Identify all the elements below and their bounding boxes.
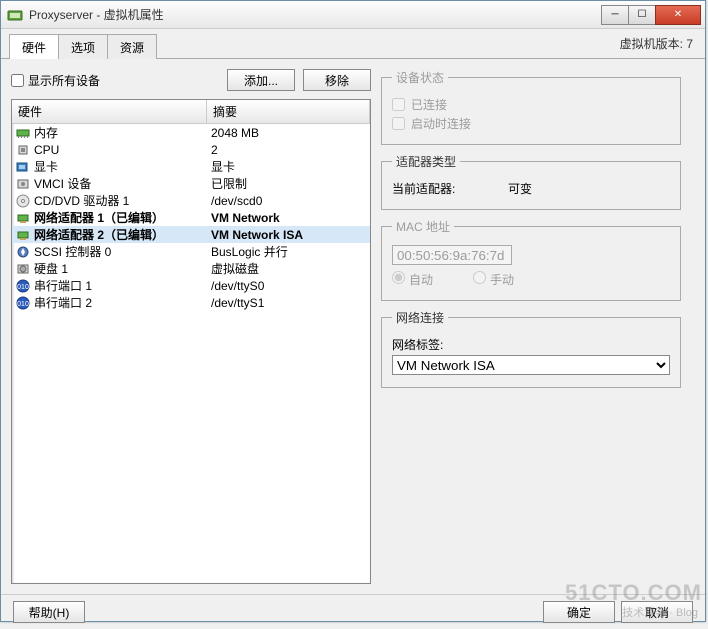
video-icon — [12, 160, 34, 174]
row-summary: VM Network ISA — [207, 228, 370, 242]
left-pane: 显示所有设备 添加... 移除 硬件 摘要 内存2048 MBCPU2显卡显卡V… — [11, 69, 371, 584]
hardware-row-10[interactable]: 010 串行端口 2/dev/ttyS1 — [12, 294, 370, 311]
device-status-legend: 设备状态 — [392, 69, 448, 86]
row-name: CD/DVD 驱动器 1 — [34, 192, 207, 209]
hardware-row-7[interactable]: SCSI 控制器 0BusLogic 并行 — [12, 243, 370, 260]
row-summary: /dev/ttyS1 — [207, 296, 370, 310]
row-name: SCSI 控制器 0 — [34, 243, 207, 260]
row-summary: 已限制 — [207, 175, 370, 192]
network-connection-group: 网络连接 网络标签: VM Network ISA — [381, 309, 681, 388]
remove-button[interactable]: 移除 — [303, 69, 371, 91]
row-name: 网络适配器 1（已编辑） — [34, 209, 207, 226]
hardware-row-5[interactable]: 网络适配器 1（已编辑）VM Network — [12, 209, 370, 226]
row-name: 硬盘 1 — [34, 260, 207, 277]
tab-options[interactable]: 选项 — [58, 34, 108, 59]
row-name: 串行端口 1 — [34, 277, 207, 294]
row-name: 显卡 — [34, 158, 207, 175]
connect-at-poweron-label: 启动时连接 — [411, 115, 471, 132]
hardware-row-8[interactable]: 硬盘 1虚拟磁盘 — [12, 260, 370, 277]
show-all-devices-label: 显示所有设备 — [28, 72, 100, 89]
close-button[interactable]: ✕ — [655, 5, 701, 25]
cpu-icon — [12, 143, 34, 157]
header-hardware[interactable]: 硬件 — [12, 100, 207, 123]
window-buttons: ─ ☐ ✕ — [602, 5, 701, 25]
mac-manual-radio: 手动 — [473, 271, 514, 288]
header-summary[interactable]: 摘要 — [207, 100, 370, 123]
svg-text:010: 010 — [17, 301, 29, 308]
mac-input — [392, 245, 512, 265]
vm-properties-window: Proxyserver - 虚拟机属性 ─ ☐ ✕ 硬件 选项 资源 虚拟机版本… — [0, 0, 706, 622]
device-status-group: 设备状态 已连接 启动时连接 — [381, 69, 681, 145]
row-summary: 虚拟磁盘 — [207, 260, 370, 277]
connected-checkbox — [392, 98, 405, 111]
window-title: Proxyserver - 虚拟机属性 — [29, 6, 602, 23]
show-all-devices-checkbox[interactable]: 显示所有设备 — [11, 72, 219, 89]
cancel-button[interactable]: 取消 — [621, 601, 693, 623]
tab-resources[interactable]: 资源 — [107, 34, 157, 59]
vsphere-icon — [7, 7, 23, 23]
hardware-row-1[interactable]: CPU2 — [12, 141, 370, 158]
content-area: 显示所有设备 添加... 移除 硬件 摘要 内存2048 MBCPU2显卡显卡V… — [1, 59, 705, 594]
row-name: CPU — [34, 143, 207, 157]
row-name: 串行端口 2 — [34, 294, 207, 311]
hardware-list: 硬件 摘要 内存2048 MBCPU2显卡显卡VMCI 设备已限制CD/DVD … — [11, 99, 371, 584]
help-button[interactable]: 帮助(H) — [13, 601, 85, 623]
network-label-select[interactable]: VM Network ISA — [392, 355, 670, 375]
titlebar[interactable]: Proxyserver - 虚拟机属性 ─ ☐ ✕ — [1, 1, 705, 29]
hardware-row-2[interactable]: 显卡显卡 — [12, 158, 370, 175]
row-summary: 2 — [207, 143, 370, 157]
add-button[interactable]: 添加... — [227, 69, 295, 91]
adapter-type-legend: 适配器类型 — [392, 153, 460, 170]
minimize-button[interactable]: ─ — [601, 5, 629, 25]
adapter-type-group: 适配器类型 当前适配器: 可变 — [381, 153, 681, 210]
nic-icon — [12, 228, 34, 242]
row-summary: BusLogic 并行 — [207, 243, 370, 260]
current-adapter-label: 当前适配器: — [392, 180, 502, 197]
right-pane: 设备状态 已连接 启动时连接 适配器类型 当前适配器: 可变 MAC 地址 — [381, 69, 681, 584]
hardware-row-9[interactable]: 010 串行端口 1/dev/ttyS0 — [12, 277, 370, 294]
row-summary: /dev/scd0 — [207, 194, 370, 208]
network-legend: 网络连接 — [392, 309, 448, 326]
connected-label: 已连接 — [411, 96, 447, 113]
vm-version-label: 虚拟机版本: 7 — [620, 35, 693, 56]
mac-auto-radio: 自动 — [392, 271, 433, 288]
mac-address-group: MAC 地址 自动 手动 — [381, 218, 681, 301]
connect-at-poweron-checkbox — [392, 117, 405, 130]
serial-icon: 010 — [12, 279, 34, 293]
row-name: 内存 — [34, 124, 207, 141]
cd-icon — [12, 194, 34, 208]
hardware-row-0[interactable]: 内存2048 MB — [12, 124, 370, 141]
hardware-row-6[interactable]: 网络适配器 2（已编辑）VM Network ISA — [12, 226, 370, 243]
top-controls: 显示所有设备 添加... 移除 — [11, 69, 371, 91]
row-name: VMCI 设备 — [34, 175, 207, 192]
memory-icon — [12, 126, 34, 140]
list-body[interactable]: 内存2048 MBCPU2显卡显卡VMCI 设备已限制CD/DVD 驱动器 1/… — [12, 124, 370, 583]
vmci-icon — [12, 177, 34, 191]
nic-icon — [12, 211, 34, 225]
maximize-button[interactable]: ☐ — [628, 5, 656, 25]
network-label-text: 网络标签: — [392, 336, 443, 353]
row-summary: /dev/ttyS0 — [207, 279, 370, 293]
disk-icon — [12, 262, 34, 276]
svg-text:010: 010 — [17, 284, 29, 291]
serial-icon: 010 — [12, 296, 34, 310]
row-summary: VM Network — [207, 211, 370, 225]
hardware-row-4[interactable]: CD/DVD 驱动器 1/dev/scd0 — [12, 192, 370, 209]
scsi-icon — [12, 245, 34, 259]
list-header: 硬件 摘要 — [12, 100, 370, 124]
tab-hardware[interactable]: 硬件 — [9, 34, 59, 59]
hardware-row-3[interactable]: VMCI 设备已限制 — [12, 175, 370, 192]
row-summary: 2048 MB — [207, 126, 370, 140]
tabs-row: 硬件 选项 资源 虚拟机版本: 7 — [1, 29, 705, 59]
show-all-devices-input[interactable] — [11, 74, 24, 87]
current-adapter-value: 可变 — [508, 180, 532, 197]
mac-legend: MAC 地址 — [392, 218, 454, 235]
row-summary: 显卡 — [207, 158, 370, 175]
row-name: 网络适配器 2（已编辑） — [34, 226, 207, 243]
ok-button[interactable]: 确定 — [543, 601, 615, 623]
